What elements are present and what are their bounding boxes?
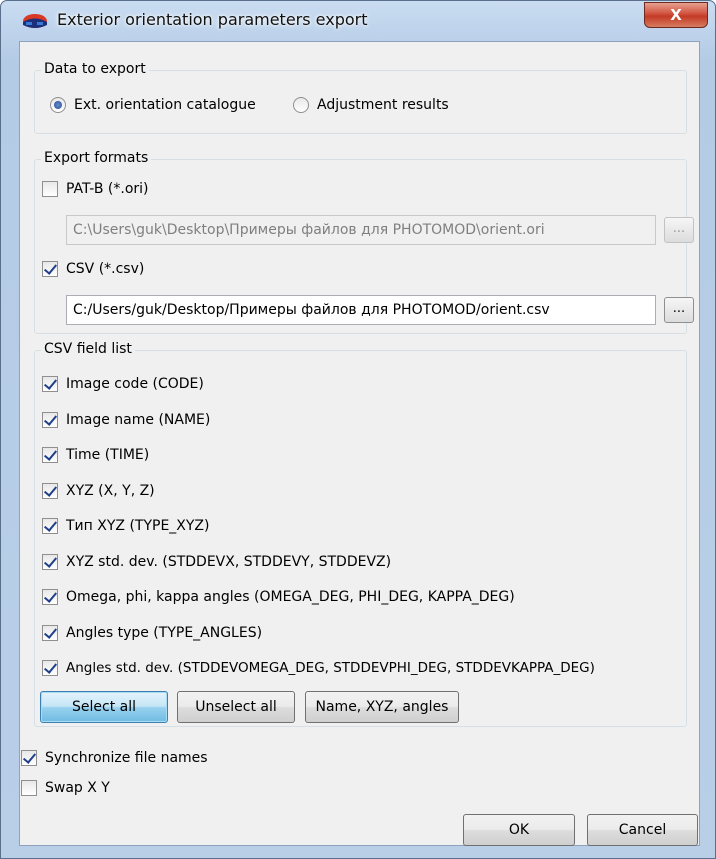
checkbox-synchronize-file-names[interactable]: Synchronize file names: [21, 750, 208, 766]
checkbox-icon: [21, 780, 37, 796]
select-all-button[interactable]: Select all: [40, 691, 168, 723]
checkbox-icon: [42, 412, 58, 428]
ok-button[interactable]: OK: [463, 814, 575, 846]
window-title: Exterior orientation parameters export: [57, 10, 368, 29]
checkbox-label: XYZ std. dev. (STDDEVX, STDDEVY, STDDEVZ…: [66, 554, 392, 570]
checkbox-icon: [42, 660, 58, 676]
field-checkbox-xyz[interactable]: XYZ (X, Y, Z): [42, 483, 155, 499]
checkbox-label: Angles type (TYPE_ANGLES): [66, 625, 263, 641]
checkbox-icon: [42, 447, 58, 463]
data-to-export-group: Data to export Ext. orientation catalogu…: [34, 61, 687, 134]
field-checkbox-time[interactable]: Time (TIME): [42, 447, 149, 463]
checkbox-label: CSV (*.csv): [66, 261, 145, 277]
unselect-all-button[interactable]: Unselect all: [177, 691, 295, 723]
csv-path-field[interactable]: C:/Users/guk/Desktop/Примеры файлов для …: [66, 295, 656, 325]
cancel-button[interactable]: Cancel: [587, 814, 698, 846]
checkbox-label: XYZ (X, Y, Z): [66, 483, 155, 499]
checkbox-icon: [42, 261, 58, 277]
csv-field-list-group: CSV field list Image code (CODE) Image n…: [34, 341, 687, 727]
checkbox-icon: [21, 750, 37, 766]
field-checkbox-xyz-stddev[interactable]: XYZ std. dev. (STDDEVX, STDDEVY, STDDEVZ…: [42, 554, 391, 570]
checkbox-label: Image name (NAME): [66, 412, 211, 428]
field-checkbox-name[interactable]: Image name (NAME): [42, 412, 210, 428]
checkbox-icon: [42, 483, 58, 499]
checkbox-icon: [42, 554, 58, 570]
group-title-export-formats: Export formats: [41, 150, 152, 166]
export-formats-group: Export formats PAT-B (*.ori) C:\Users\gu…: [34, 150, 694, 334]
radio-label: Ext. orientation catalogue: [74, 97, 256, 113]
field-checkbox-angles-type[interactable]: Angles type (TYPE_ANGLES): [42, 625, 262, 641]
checkbox-icon: [42, 518, 58, 534]
checkbox-icon: [42, 625, 58, 641]
checkbox-label: Omega, phi, kappa angles (OMEGA_DEG, PHI…: [66, 589, 515, 605]
close-button[interactable]: X: [644, 2, 708, 28]
radio-icon: [293, 97, 309, 113]
field-checkbox-type-xyz[interactable]: Тип XYZ (TYPE_XYZ): [42, 518, 210, 534]
checkbox-icon: [42, 589, 58, 605]
field-checkbox-angles[interactable]: Omega, phi, kappa angles (OMEGA_DEG, PHI…: [42, 589, 515, 605]
name-xyz-angles-button[interactable]: Name, XYZ, angles: [305, 691, 459, 723]
radio-ext-orientation-catalogue[interactable]: Ext. orientation catalogue: [50, 97, 256, 113]
checkbox-label: Image code (CODE): [66, 376, 204, 392]
radio-icon: [50, 97, 66, 113]
radio-adjustment-results[interactable]: Adjustment results: [293, 97, 449, 113]
group-title-csv-field-list: CSV field list: [41, 341, 135, 357]
checkbox-icon: [42, 376, 58, 392]
group-title-data-to-export: Data to export: [41, 61, 149, 77]
field-checkbox-angles-stddev[interactable]: Angles std. dev. (STDDEVOMEGA_DEG, STDDE…: [42, 660, 595, 676]
field-checkbox-code[interactable]: Image code (CODE): [42, 376, 204, 392]
checkbox-label: Тип XYZ (TYPE_XYZ): [66, 518, 210, 534]
dialog-body: Data to export Ext. orientation catalogu…: [19, 41, 700, 846]
checkbox-swap-xy[interactable]: Swap X Y: [21, 780, 110, 796]
checkbox-csv[interactable]: CSV (*.csv): [42, 261, 144, 277]
checkbox-label: Angles std. dev. (STDDEVOMEGA_DEG, STDDE…: [66, 660, 595, 676]
app-logo-icon: [23, 14, 47, 28]
checkbox-icon: [42, 181, 58, 197]
checkbox-label: Synchronize file names: [45, 750, 208, 766]
checkbox-label: PAT-B (*.ori): [66, 181, 149, 197]
pat-b-path-field[interactable]: C:\Users\guk\Desktop\Примеры файлов для …: [66, 215, 656, 245]
title-bar[interactable]: Exterior orientation parameters export X: [1, 1, 715, 41]
checkbox-label: Time (TIME): [66, 447, 150, 463]
pat-b-browse-button[interactable]: ...: [664, 217, 694, 243]
csv-browse-button[interactable]: ...: [664, 297, 694, 323]
checkbox-pat-b[interactable]: PAT-B (*.ori): [42, 181, 149, 197]
checkbox-label: Swap X Y: [45, 780, 110, 796]
radio-label: Adjustment results: [317, 97, 449, 113]
export-dialog: Exterior orientation parameters export X…: [0, 0, 716, 859]
close-icon: X: [670, 6, 682, 24]
